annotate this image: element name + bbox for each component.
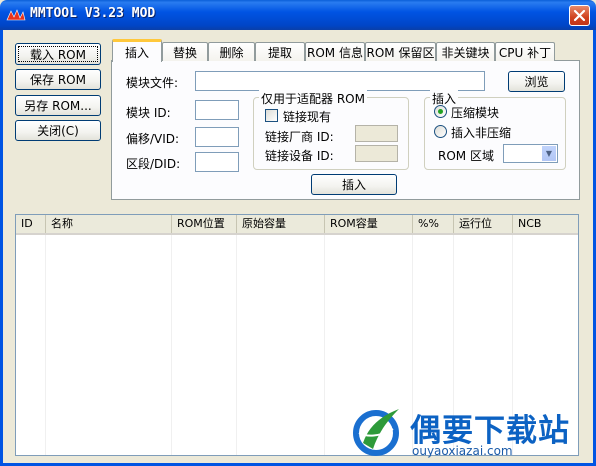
tab-insert[interactable]: 插入 (112, 39, 162, 62)
tab-replace[interactable]: 替换 (162, 42, 208, 61)
save-rom-button[interactable]: 保存 ROM (15, 69, 101, 90)
module-id-label: 模块 ID: (126, 106, 171, 120)
column-header-id[interactable]: ID (16, 215, 46, 233)
segment-did-input[interactable] (195, 152, 239, 172)
list-header: ID 名称 ROM位置 原始容量 ROM容量 %% 运行位 NCB (16, 215, 578, 235)
adapter-rom-group-title: 仅用于适配器 ROM (259, 90, 367, 107)
grid-line (324, 235, 325, 455)
app-icon[interactable] (6, 8, 26, 22)
rom-region-select[interactable]: ▼ (503, 144, 558, 163)
column-header-original-size[interactable]: 原始容量 (237, 215, 325, 233)
close-icon (573, 9, 586, 22)
grid-line (236, 235, 237, 455)
link-vendor-id-input[interactable] (355, 125, 398, 142)
module-id-input[interactable] (195, 100, 239, 120)
column-header-name[interactable]: 名称 (46, 215, 172, 233)
column-header-percent[interactable]: %% (413, 215, 454, 233)
tab-non-critical[interactable]: 非关键块 (436, 42, 495, 61)
link-device-id-input[interactable] (355, 145, 398, 162)
segment-did-label: 区段/DID: (126, 157, 181, 171)
tab-cpu-patch[interactable]: CPU 补丁 (495, 42, 555, 61)
close-window-button[interactable] (569, 5, 590, 26)
link-device-id-label: 链接设备 ID: (265, 149, 334, 163)
close-button[interactable]: 关闭(C) (15, 120, 101, 141)
tab-strip: 插入 替换 删除 提取 ROM 信息 ROM 保留区 非关键块 CPU 补丁 (110, 39, 590, 62)
link-existing-checkbox[interactable] (265, 109, 278, 122)
watermark-url: ouyaoxiazai.com (412, 444, 513, 458)
compressed-module-label: 压缩模块 (451, 106, 500, 120)
module-file-input[interactable] (195, 71, 485, 91)
tab-rom-info[interactable]: ROM 信息 (305, 42, 365, 61)
load-rom-button[interactable]: 载入 ROM (15, 43, 101, 65)
window-frame-left (0, 30, 3, 466)
save-as-rom-button[interactable]: 另存 ROM... (15, 95, 101, 116)
column-header-rom-size[interactable]: ROM容量 (325, 215, 413, 233)
offset-vid-label: 偏移/VID: (126, 132, 180, 146)
column-header-ncb[interactable]: NCB (513, 215, 578, 233)
chevron-down-icon[interactable]: ▼ (541, 145, 557, 162)
link-existing-label: 链接现有 (283, 110, 332, 124)
link-vendor-id-label: 链接厂商 ID: (265, 130, 334, 144)
window-title: MMTOOL V3.23 MOD (30, 6, 156, 21)
rom-region-label: ROM 区域 (438, 149, 494, 163)
grid-line (45, 235, 46, 455)
grid-line (171, 235, 172, 455)
watermark-logo (349, 403, 403, 457)
browse-button[interactable]: 浏览 (508, 71, 565, 92)
tab-extract[interactable]: 提取 (255, 42, 305, 61)
compressed-module-radio[interactable] (434, 105, 447, 118)
column-header-run-bit[interactable]: 运行位 (454, 215, 513, 233)
insert-button[interactable]: 插入 (311, 174, 397, 195)
module-file-label: 模块文件: (126, 76, 179, 90)
tab-rom-reserved[interactable]: ROM 保留区 (365, 42, 436, 61)
offset-vid-input[interactable] (195, 127, 239, 147)
insert-uncompressed-radio[interactable] (434, 125, 447, 138)
insert-uncompressed-label: 插入非压缩 (451, 126, 512, 140)
tab-delete[interactable]: 删除 (208, 42, 255, 61)
column-header-rom-position[interactable]: ROM位置 (172, 215, 237, 233)
